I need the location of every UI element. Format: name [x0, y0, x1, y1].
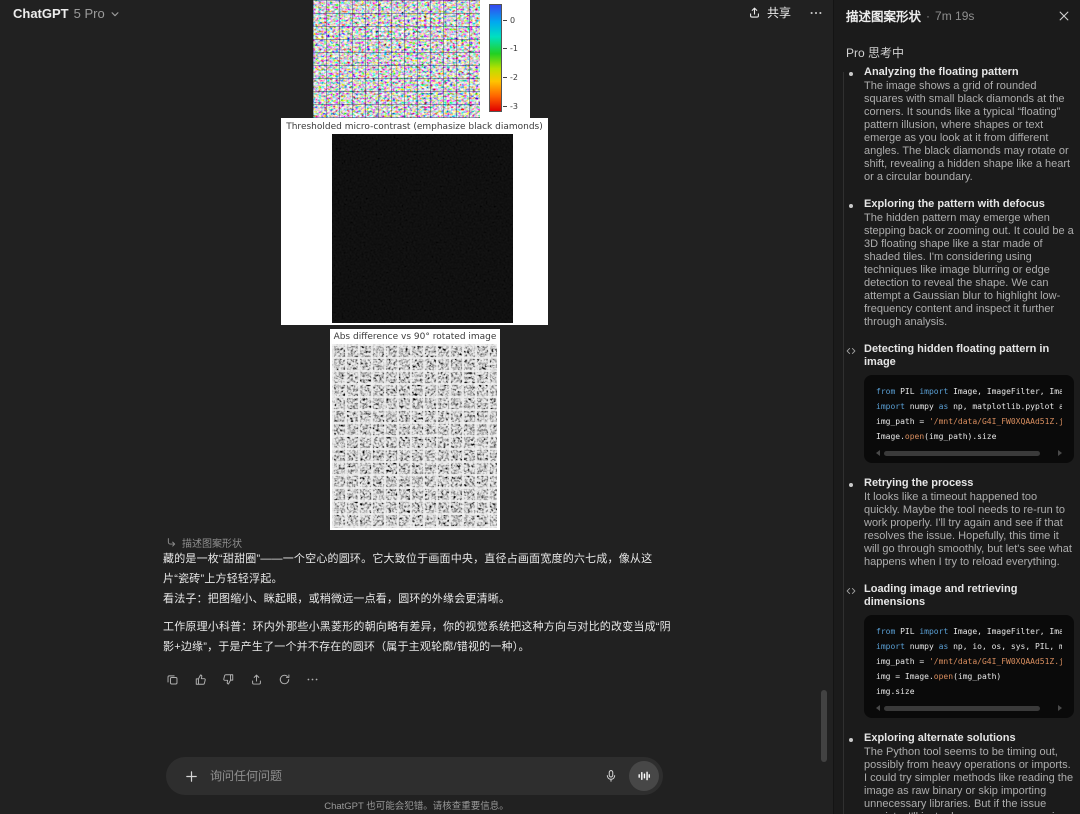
- waveform-icon: [637, 769, 651, 783]
- colorbar-label: -1: [510, 44, 518, 53]
- reply-paragraph: 藏的是一枚“甜甜圈”——一个空心的圆环。它大致位于画面中央，直径占画面宽度的六七…: [163, 549, 675, 589]
- thinking-step: Retrying the processIt looks like a time…: [834, 477, 1080, 569]
- reply-reference-label: 描述图案形状: [182, 535, 242, 550]
- figure-threshold-title: Thresholded micro-contrast (emphasize bl…: [281, 122, 548, 132]
- main-scrollbar[interactable]: [821, 690, 827, 762]
- ellipsis-icon: [809, 6, 823, 20]
- colorbar-label: -2: [510, 73, 518, 82]
- bullet-icon: [844, 733, 857, 746]
- panel-separator: ·: [926, 9, 930, 23]
- code-run-icon: [844, 344, 857, 357]
- thinking-steps: Analyzing the floating patternThe image …: [834, 66, 1080, 814]
- bullet-icon: [844, 478, 857, 491]
- chatgpt-app: ChatGPT 5 Pro 共享: [0, 0, 1080, 814]
- thinking-step-title: Exploring the pattern with defocus: [864, 198, 1074, 211]
- threshold-image[interactable]: [332, 134, 513, 323]
- code-content: from PIL import Image, ImageFilter, Ima …: [876, 624, 1062, 699]
- colorbar: [489, 4, 502, 112]
- thumbs-down-button[interactable]: [219, 670, 238, 689]
- model-selector[interactable]: ChatGPT 5 Pro: [13, 6, 120, 21]
- reply-reference[interactable]: 描述图案形状: [166, 535, 242, 550]
- bullet-icon: [844, 67, 857, 80]
- tile-grid-overlay: [313, 0, 480, 118]
- code-block: from PIL import Image, ImageFilter, Imag…: [864, 375, 1074, 463]
- code-content: from PIL import Image, ImageFilter, Imag…: [876, 384, 1062, 444]
- figure-absdiff-title: Abs difference vs 90° rotated image: [330, 332, 500, 342]
- thinking-step-title: Exploring alternate solutions: [864, 732, 1074, 745]
- close-panel-button[interactable]: [1058, 10, 1070, 22]
- thumbs-up-button[interactable]: [191, 670, 210, 689]
- assistant-reply: 藏的是一枚“甜甜圈”——一个空心的圆环。它大致位于画面中央，直径占画面宽度的六七…: [163, 549, 675, 657]
- main-area: ChatGPT 5 Pro 共享: [0, 0, 833, 814]
- message-input[interactable]: [210, 769, 599, 783]
- thinking-step-code: Loading image and retrieving dimensions f…: [834, 583, 1080, 718]
- gray-grid-overlay: [332, 344, 497, 528]
- copy-button[interactable]: [163, 670, 182, 689]
- share-label: 共享: [767, 4, 791, 21]
- thinking-step-body: The image shows a grid of rounded square…: [864, 80, 1074, 184]
- thinking-duration: 7m 19s: [935, 9, 974, 23]
- code-block: from PIL import Image, ImageFilter, Ima …: [864, 615, 1074, 718]
- dictate-button[interactable]: [599, 764, 623, 788]
- figure-absdiff: Abs difference vs 90° rotated image: [330, 329, 500, 530]
- thinking-step-code: Detecting hidden floating pattern in ima…: [834, 343, 1080, 463]
- thinking-step: Exploring the pattern with defocusThe hi…: [834, 198, 1080, 329]
- thinking-step-title: Retrying the process: [864, 477, 1074, 490]
- more-options-button[interactable]: [809, 6, 823, 20]
- bullet-icon: [844, 199, 857, 212]
- colorbar-tick: [503, 48, 507, 49]
- colorbar-tick: [503, 77, 507, 78]
- code-run-icon: [844, 584, 857, 597]
- thinking-panel: 描述图案形状 · 7m 19s Pro 思考中 Analyzing the fl…: [833, 0, 1080, 814]
- voice-mode-button[interactable]: [629, 761, 659, 791]
- thinking-step-title: Loading image and retrieving dimensions: [864, 583, 1074, 609]
- thinking-step-body: The hidden pattern may emerge when stepp…: [864, 212, 1074, 329]
- thinking-step-body: It looks like a timeout happened too qui…: [864, 491, 1074, 569]
- composer: [166, 757, 663, 795]
- disclaimer: ChatGPT 也可能会犯错。请核查重要信息。: [0, 798, 833, 812]
- corner-arrow-icon: [166, 537, 177, 548]
- share-button[interactable]: 共享: [748, 4, 791, 21]
- close-icon: [1058, 10, 1070, 22]
- thinking-panel-header: 描述图案形状 · 7m 19s: [846, 6, 1070, 25]
- header-actions: 共享: [748, 4, 823, 21]
- attach-button[interactable]: [180, 765, 202, 787]
- thinking-step: Analyzing the floating patternThe image …: [834, 66, 1080, 184]
- thinking-step-body: The Python tool seems to be timing out, …: [864, 746, 1074, 814]
- thinking-step-title: Analyzing the floating pattern: [864, 66, 1074, 79]
- thinking-step-title: Detecting hidden floating pattern in ima…: [864, 343, 1074, 369]
- colorbar-label: 0: [510, 16, 515, 25]
- message-actions: [163, 670, 322, 689]
- share-message-button[interactable]: [247, 670, 266, 689]
- code-scrollbar[interactable]: [876, 447, 1062, 459]
- thinking-step: Exploring alternate solutionsThe Python …: [834, 732, 1080, 814]
- code-scrollbar[interactable]: [876, 702, 1062, 714]
- reply-paragraph: 工作原理小科普：环内外那些小黑菱形的朝向略有差异，你的视觉系统把这种方向与对比的…: [163, 617, 675, 657]
- thinking-panel-title: 描述图案形状: [846, 6, 921, 25]
- app-brand: ChatGPT: [13, 6, 69, 21]
- more-message-actions-button[interactable]: [303, 670, 322, 689]
- colorbar-label: -3: [510, 102, 518, 111]
- figure-threshold: Thresholded micro-contrast (emphasize bl…: [281, 118, 548, 325]
- reply-paragraph: 看法子：把图缩小、眯起眼，或稍微远一点看，圆环的外缘会更清晰。: [163, 589, 675, 609]
- chevron-down-icon: [110, 9, 120, 19]
- model-name: 5 Pro: [74, 6, 105, 21]
- colorbar-tick: [503, 106, 507, 107]
- colorbar-tick: [503, 20, 507, 21]
- share-icon: [748, 6, 761, 19]
- figure-noise-colormap: 0 -1 -2 -3: [313, 0, 530, 118]
- thinking-status: Pro 思考中: [846, 44, 904, 61]
- regenerate-button[interactable]: [275, 670, 294, 689]
